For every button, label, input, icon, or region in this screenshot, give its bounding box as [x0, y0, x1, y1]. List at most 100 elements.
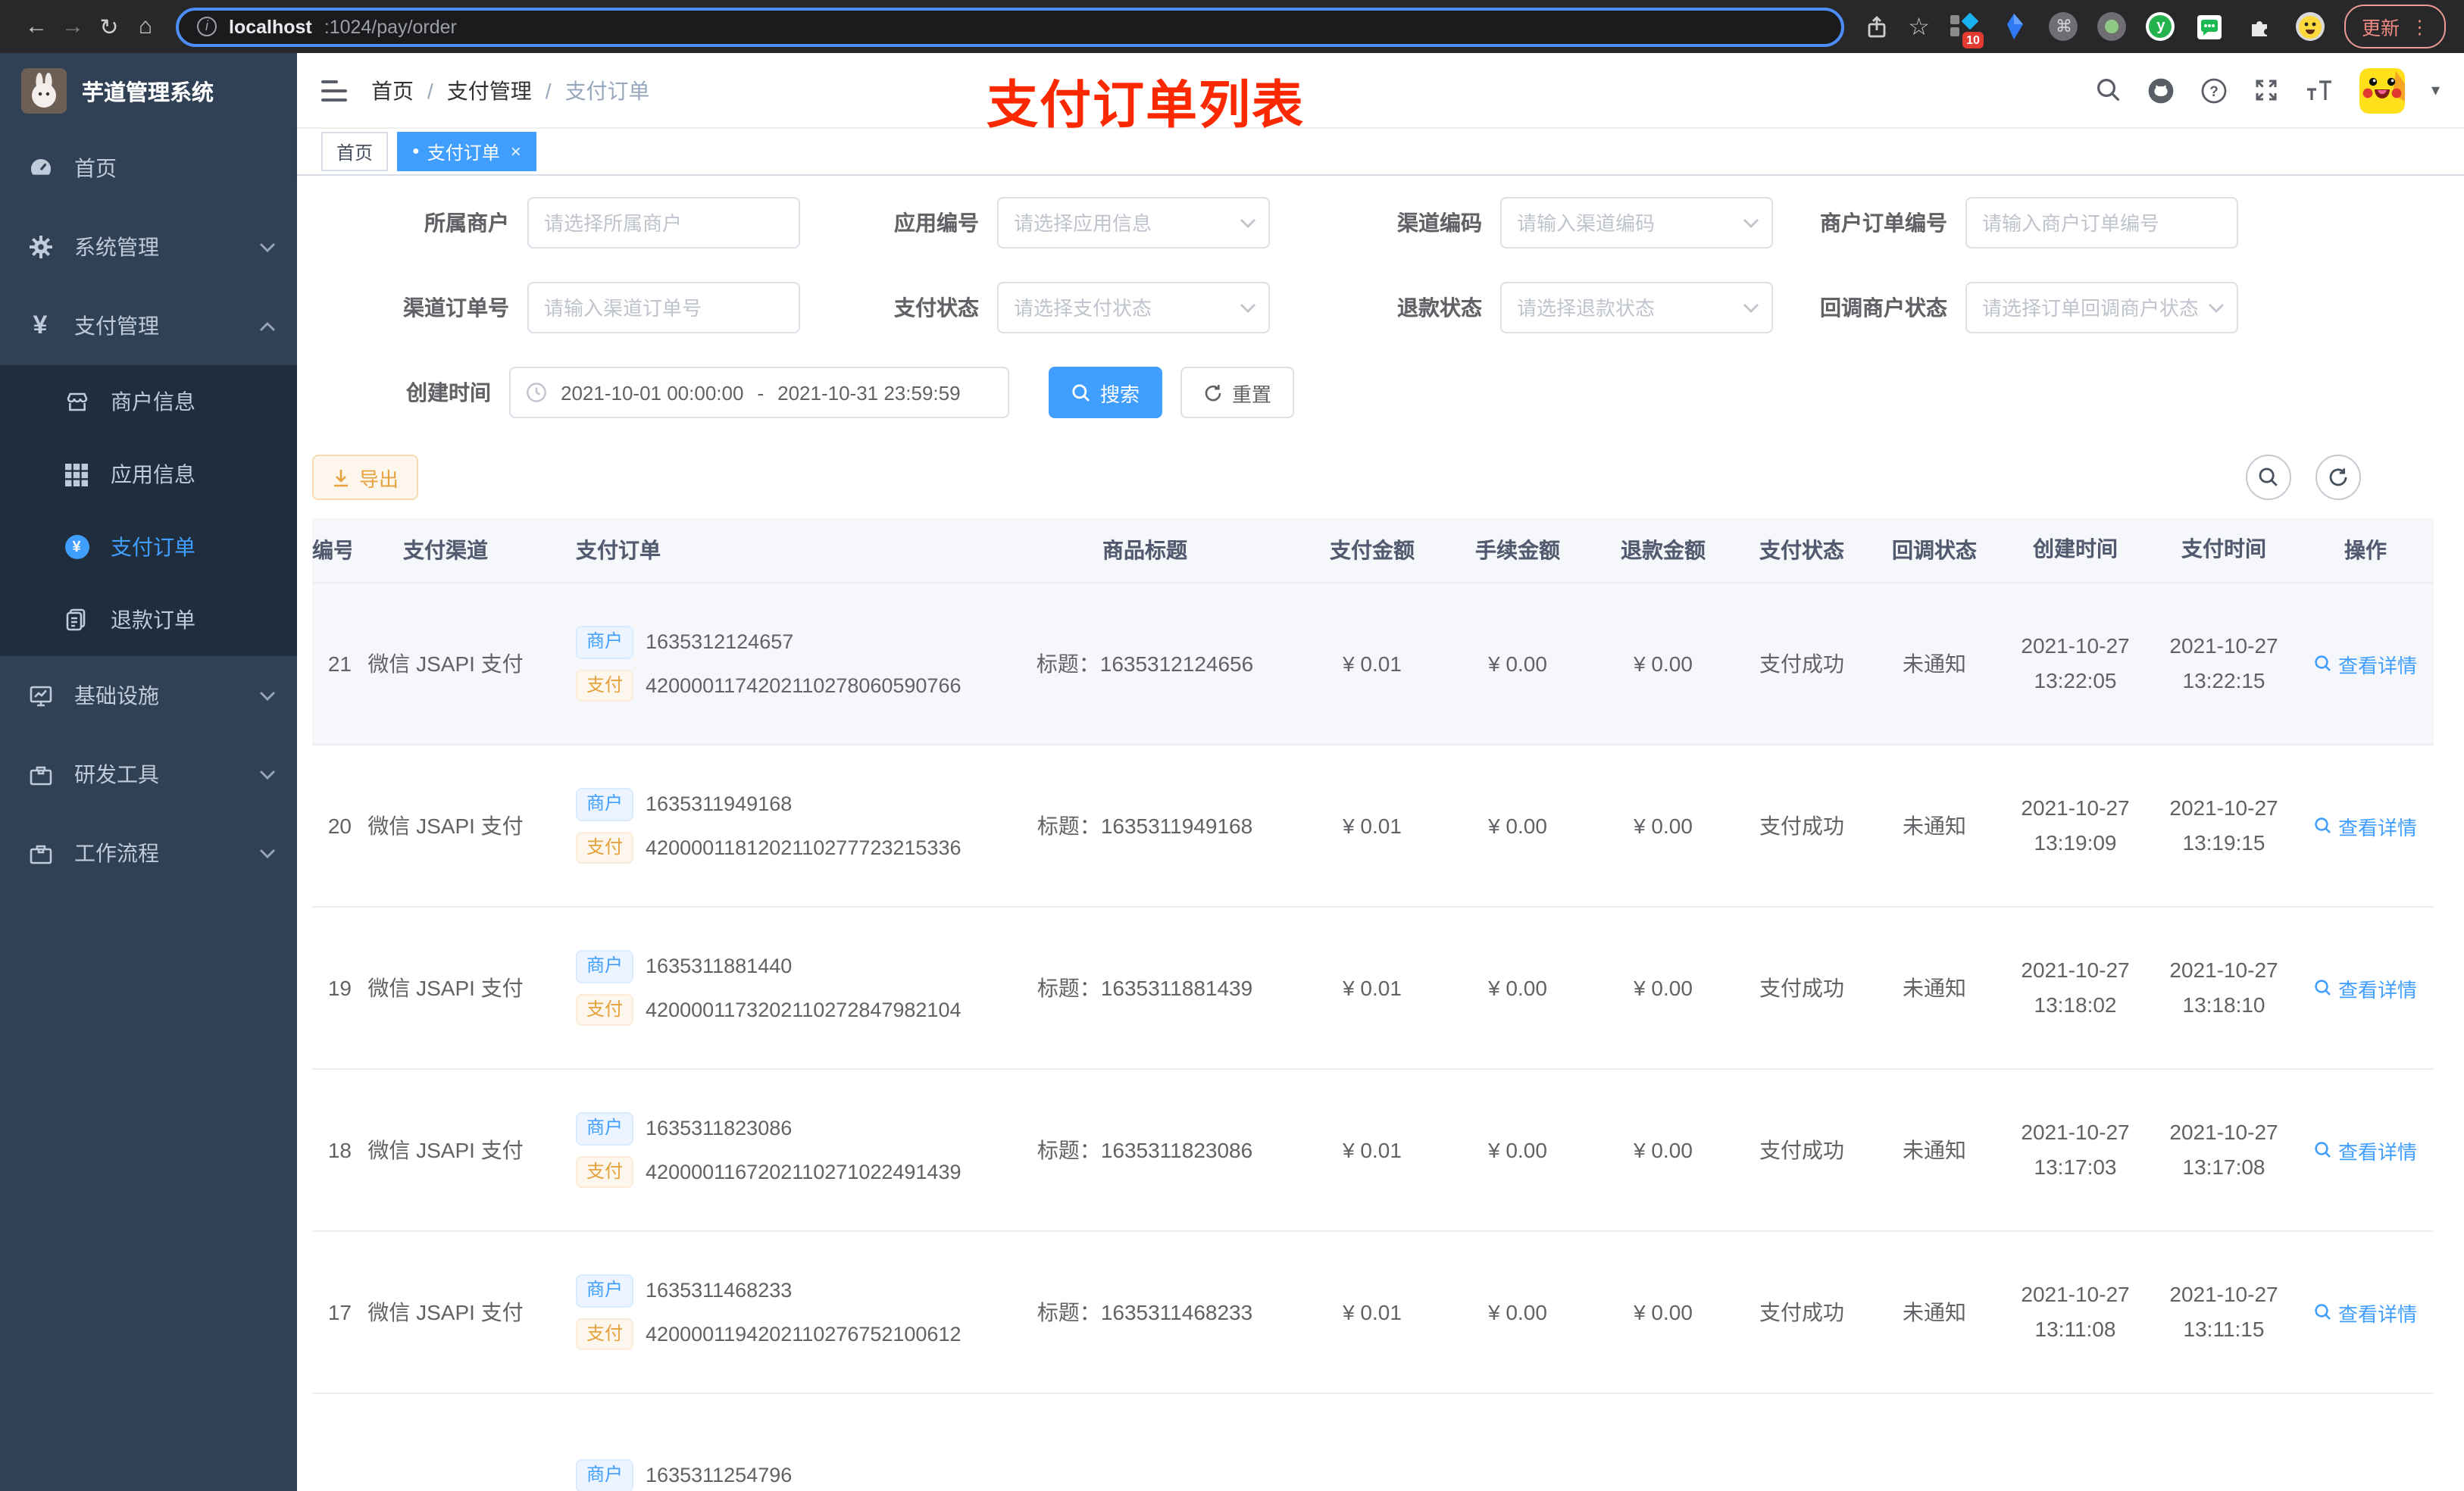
view-details-link[interactable]: 查看详情 [2314, 649, 2417, 678]
app-input[interactable] [999, 211, 1268, 234]
breadcrumb-home[interactable]: 首页 [371, 75, 414, 105]
extension-icon-puzzle[interactable] [2245, 11, 2275, 42]
green-dot-icon [2105, 20, 2119, 33]
sidebar-item-refund-order[interactable]: 退款订单 [0, 583, 297, 656]
browser-reload-icon[interactable]: ↻ [91, 13, 127, 40]
owner-input[interactable] [529, 211, 799, 234]
refund-status-input[interactable] [1502, 296, 1771, 319]
channel-code-select[interactable] [1500, 197, 1773, 248]
cell-title: 标题：1635312124656 [990, 649, 1300, 679]
site-info-icon[interactable]: i [197, 17, 217, 36]
merchant-order-no: 1635311823086 [646, 1117, 793, 1140]
briefcase-icon [27, 842, 53, 864]
sidebar-item-dev-tools[interactable]: 研发工具 [0, 735, 297, 814]
search-icon[interactable] [2097, 77, 2122, 103]
cell-channel: 微信 JSAPI 支付 [367, 652, 524, 676]
app-select[interactable] [997, 197, 1270, 248]
col-header: 商品标题 [1102, 538, 1187, 562]
browser-forward-icon[interactable]: → [55, 14, 91, 39]
sidebar-item-app-info[interactable]: 应用信息 [0, 438, 297, 511]
browser-home-icon[interactable]: ⌂ [127, 14, 164, 39]
extension-icon-tiles[interactable]: 10 [1950, 11, 1984, 48]
channel-code-input[interactable] [1502, 211, 1771, 234]
user-avatar[interactable] [2359, 67, 2406, 113]
extension-icon-recorder[interactable] [2097, 12, 2127, 41]
refresh-table-button[interactable] [2315, 455, 2361, 500]
merchant-order-no: 1635311881440 [646, 955, 793, 978]
merchant-order-no: 1635311949168 [646, 792, 793, 816]
table-row: 19 微信 JSAPI 支付 商户 1635311881440 支付 4200001… [312, 908, 2434, 1070]
pay-order-no: 4200001194202110276752100612 [646, 1322, 962, 1346]
sidebar-item-payment[interactable]: ¥ 支付管理 [0, 286, 297, 365]
cell-amount: ¥ 0.01 [1343, 1138, 1402, 1162]
title-value: 1635311881439 [1100, 976, 1253, 1000]
gear-icon [27, 235, 53, 259]
sidebar-item-pay-order[interactable]: ¥ 支付订单 [0, 511, 297, 583]
reset-button[interactable]: 重置 [1180, 367, 1295, 418]
filter-label: 渠道编码 [1397, 211, 1482, 235]
sidebar-item-home[interactable]: 首页 [0, 129, 297, 208]
help-icon[interactable]: ? [2201, 77, 2228, 104]
sidebar-item-merchant-info[interactable]: 商户信息 [0, 365, 297, 438]
font-size-icon[interactable] [2306, 78, 2334, 102]
merchant-order-field[interactable] [1965, 197, 2238, 248]
extension-icon-command[interactable]: ⌘ [2049, 12, 2078, 41]
sidebar-item-workflow[interactable]: 工作流程 [0, 814, 297, 892]
extension-icon-chat[interactable] [2195, 11, 2225, 42]
cell-actions: 查看详情 [2297, 1136, 2434, 1164]
sidebar-logo[interactable]: 芋道管理系统 [0, 53, 297, 129]
col-header: 支付订单 [576, 538, 661, 562]
address-bar[interactable]: i localhost :1024/pay/order [176, 7, 1845, 46]
callback-status-input[interactable] [1967, 296, 2237, 319]
show-search-button[interactable] [2246, 455, 2291, 500]
callback-status-select[interactable] [1965, 282, 2238, 333]
sidebar: 芋道管理系统 首页 系统管理 ¥ 支付管理 商户信息 应用信息 ¥ 支付订单 退… [0, 53, 297, 1491]
y-glyph: y [2149, 15, 2172, 38]
date: 2021-10-27 [2021, 1119, 2130, 1144]
cell-order-id: 20 [327, 814, 352, 838]
close-icon[interactable]: × [511, 141, 521, 162]
view-details-link[interactable]: 查看详情 [2314, 1136, 2417, 1164]
time: 13:18:02 [2034, 992, 2117, 1017]
view-details-link[interactable]: 查看详情 [2314, 811, 2417, 840]
extension-icon-y[interactable]: y [2146, 12, 2175, 41]
export-button[interactable]: 导出 [312, 455, 419, 500]
sidebar-item-infrastructure[interactable]: 基础设施 [0, 656, 297, 735]
owner-select[interactable] [527, 197, 800, 248]
create-time-range-picker[interactable]: 2021-10-01 00:00:00 - 2021-10-31 23:59:5… [509, 367, 1009, 418]
breadcrumb-payment[interactable]: 支付管理 [447, 75, 532, 105]
extension-icon-kite[interactable] [2000, 11, 2030, 42]
date: 2021-10-27 [2021, 1281, 2130, 1306]
share-icon[interactable] [1865, 14, 1888, 39]
table-row: 18 微信 JSAPI 支付 商户 1635311823086 支付 4200001… [312, 1070, 2434, 1232]
pay-order-no: 4200001167202110271022491439 [646, 1160, 962, 1183]
sidebar-submenu-payment: 商户信息 应用信息 ¥ 支付订单 退款订单 [0, 365, 297, 656]
pay-status-input[interactable] [999, 296, 1268, 319]
search-button[interactable]: 搜索 [1049, 367, 1163, 418]
filter-refund-status: 退款状态 [1270, 282, 1773, 333]
channel-order-input[interactable] [529, 296, 799, 319]
browser-update-button[interactable]: 更新 ⋮ [2344, 5, 2446, 48]
avatar-caret-icon[interactable]: ▾ [2431, 80, 2440, 100]
chevron-down-icon [259, 242, 276, 252]
view-details-link[interactable]: 查看详情 [2314, 974, 2417, 1002]
fullscreen-icon[interactable] [2254, 77, 2280, 103]
view-details-link[interactable]: 查看详情 [2314, 1298, 2417, 1327]
cell-fee: ¥ 0.00 [1488, 1300, 1547, 1324]
github-icon[interactable] [2148, 77, 2175, 104]
channel-order-field[interactable] [527, 282, 800, 333]
cell-fee: ¥ 0.00 [1488, 1138, 1547, 1162]
tag-home[interactable]: 首页 [321, 132, 389, 171]
extension-icon-emoji[interactable] [2295, 11, 2325, 42]
merchant-order-line: 商户 1635312124657 [576, 625, 983, 658]
col-header: 操作 [2344, 538, 2387, 562]
pay-status-select[interactable] [997, 282, 1270, 333]
cell-title: 标题：1635311823086 [990, 1135, 1300, 1165]
merchant-order-input[interactable] [1967, 211, 2237, 234]
browser-back-icon[interactable]: ← [18, 14, 55, 39]
refund-status-select[interactable] [1500, 282, 1773, 333]
tag-pay-order[interactable]: ● 支付订单 × [397, 132, 536, 171]
bookmark-star-icon[interactable]: ☆ [1908, 11, 1930, 42]
sidebar-item-system[interactable]: 系统管理 [0, 208, 297, 286]
sidebar-toggle-icon[interactable] [321, 80, 347, 101]
